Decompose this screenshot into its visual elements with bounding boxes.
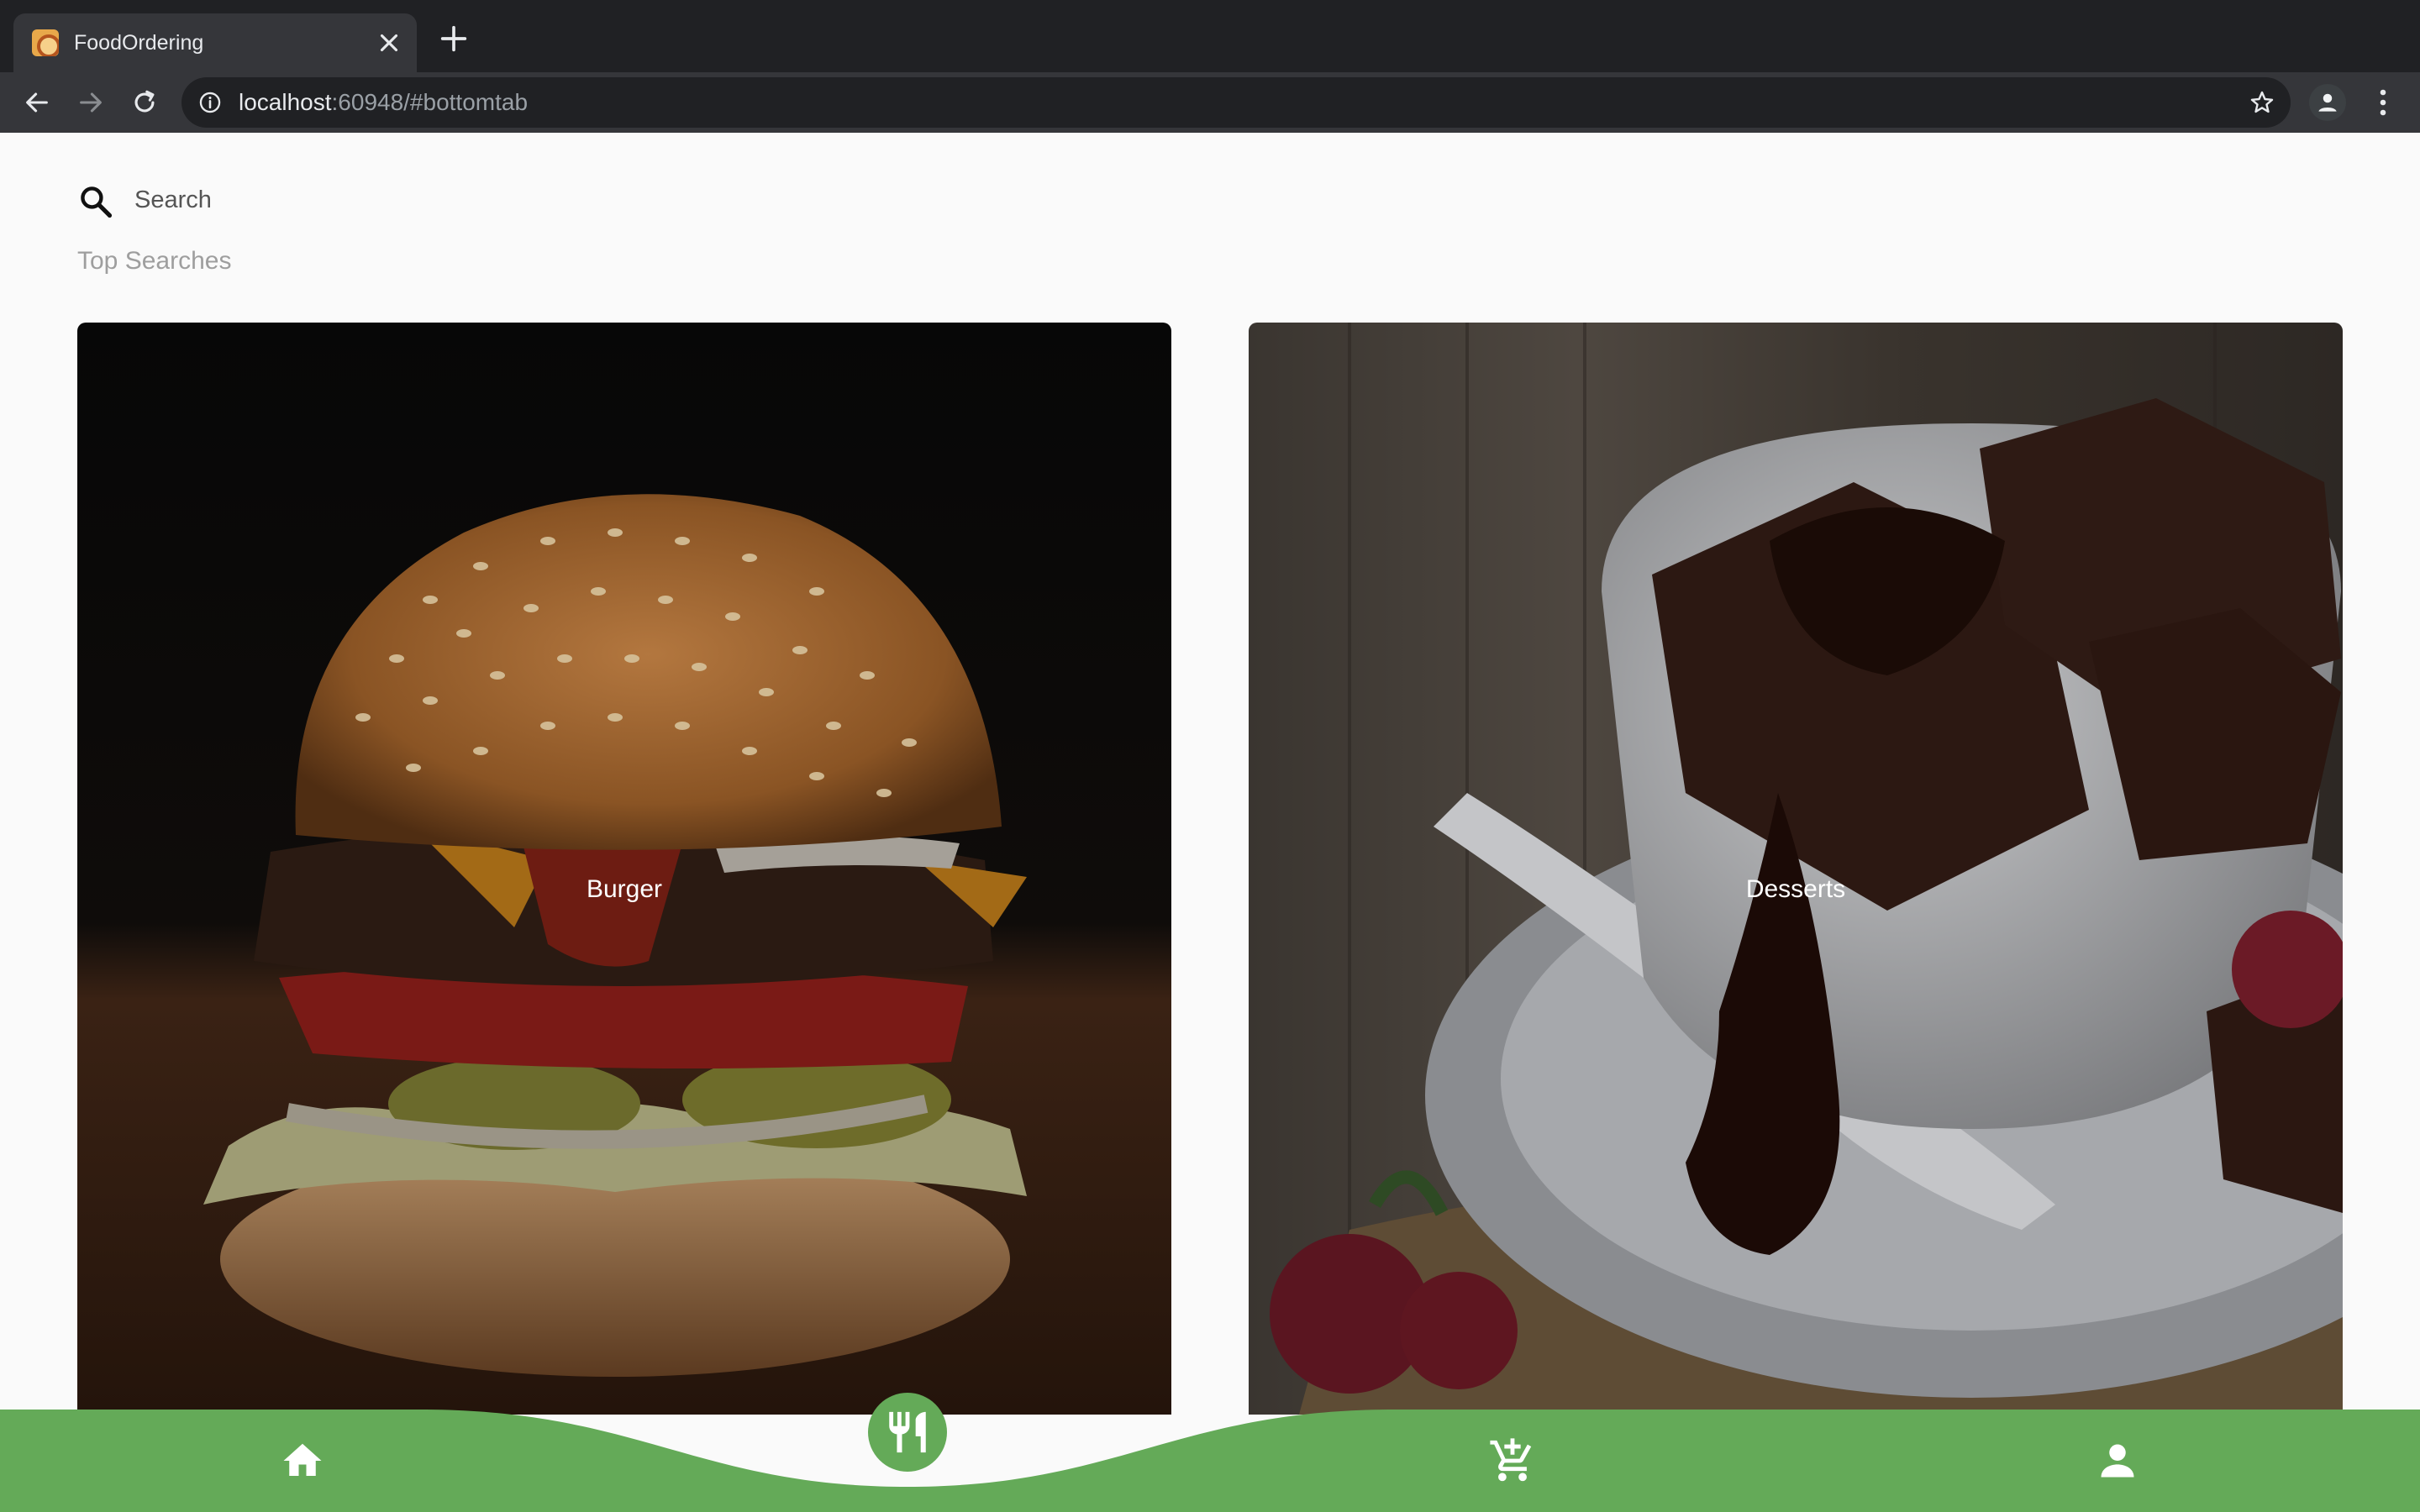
app-favicon-icon (32, 29, 59, 56)
brownies-cup-photo (1249, 323, 2343, 1415)
profile-button[interactable] (2309, 84, 2346, 121)
close-tab-icon[interactable] (375, 29, 403, 57)
reload-button[interactable] (124, 82, 165, 123)
reload-icon (134, 90, 155, 113)
search-icon (81, 186, 113, 218)
new-tab-button[interactable] (437, 22, 471, 55)
url-path: :60948/#bottomtab (331, 89, 529, 115)
forward-button[interactable] (71, 82, 111, 123)
category-card-desserts[interactable]: Desserts (1249, 323, 2343, 1415)
home-icon (283, 1443, 322, 1476)
tab-title: FoodOrdering (74, 31, 204, 55)
add-cart-icon (1490, 1438, 1532, 1482)
forward-arrow-icon (80, 92, 102, 113)
url-host: localhost (239, 89, 332, 115)
info-icon[interactable] (198, 91, 222, 114)
nav-cart-button[interactable] (1479, 1427, 1546, 1494)
address-bar[interactable]: localhost:60948/#bottomtab (182, 77, 2291, 128)
browser-menu-button[interactable] (2368, 84, 2398, 121)
category-label: Desserts (1745, 875, 1846, 903)
burger-photo (77, 323, 1171, 1415)
back-arrow-icon (26, 92, 48, 113)
more-vert-icon (2380, 89, 2386, 116)
back-button[interactable] (17, 82, 57, 123)
nav-profile-button[interactable] (2084, 1427, 2151, 1494)
nav-restaurant-button[interactable] (868, 1393, 947, 1472)
category-label: Burger (586, 875, 663, 903)
app-content: Top Searches (0, 133, 2420, 1512)
profile-avatar-icon (2318, 93, 2337, 112)
browser-toolbar: localhost:60948/#bottomtab (0, 72, 2420, 133)
browser-tab[interactable]: FoodOrdering (13, 13, 417, 72)
bottom-navigation-bar (0, 1410, 2420, 1512)
browser-tab-strip: FoodOrdering (0, 0, 2420, 72)
category-card-burger[interactable]: Burger (77, 323, 1171, 1415)
bookmark-star-icon[interactable] (2249, 89, 2275, 116)
nav-home-button[interactable] (269, 1427, 336, 1494)
top-searches-heading: Top Searches (77, 247, 232, 275)
search-input[interactable] (134, 181, 807, 218)
person-icon (2101, 1444, 2134, 1478)
url-text[interactable]: localhost:60948/#bottomtab (239, 89, 528, 116)
restaurant-icon (889, 1411, 926, 1453)
curved-nav-background (0, 1410, 2420, 1512)
